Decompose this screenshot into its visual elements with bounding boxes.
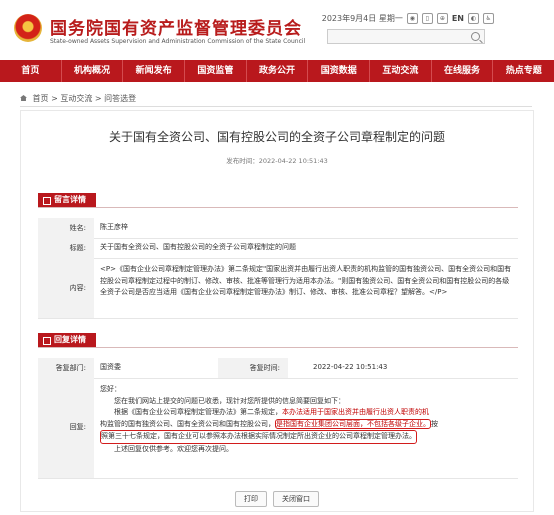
reply-line-2: 根据《国有企业公司章程制定管理办法》第二条规定，本办法适用于国家出资并由履行出资… xyxy=(100,407,512,419)
reply-line-3b-highlight: 是指国有企业集团公司层面，不包括各级子企业。 xyxy=(275,418,431,429)
nav-item-data[interactable]: 国资数据 xyxy=(308,60,371,82)
site-subtitle: State-owned Assets Supervision and Admin… xyxy=(50,38,306,45)
name-label: 姓名: xyxy=(38,218,94,238)
accessibility-icon[interactable]: ♿ xyxy=(483,13,494,24)
name-value: 陈王彦梓 xyxy=(100,223,128,231)
site-header: 国务院国有资产监督管理委员会 State-owned Assets Superv… xyxy=(0,0,554,60)
content-value: <P>《国有企业公司章程制定管理办法》第二条规定"国家出资并由履行出资人职责的机… xyxy=(100,265,512,296)
nav-item-home[interactable]: 首页 xyxy=(0,60,62,82)
site-title[interactable]: 国务院国有资产监督管理委员会 xyxy=(50,14,302,39)
reply-label-cell: 回复: xyxy=(38,378,94,478)
nav-item-topics[interactable]: 热点专题 xyxy=(493,60,554,82)
breadcrumb-divider xyxy=(20,106,532,107)
reply-time-value: 2022-04-22 10:51:43 xyxy=(313,363,388,371)
reply-line-3: 构监管的国有独资公司、国有全资公司和国有控股公司，是指国有企业集团公司层面，不包… xyxy=(100,418,512,431)
message-row-name: 姓名: 陈王彦梓 xyxy=(38,218,518,239)
reply-greeting: 您好： xyxy=(100,385,121,393)
reply-line-2b-highlight: 本办法适用于国家出资并由履行出资人职责的机 xyxy=(282,408,429,416)
subject-label: 标题: xyxy=(38,238,94,258)
english-link[interactable]: EN xyxy=(452,14,464,23)
weibo-icon[interactable]: ◉ xyxy=(406,13,418,24)
search-input[interactable] xyxy=(327,29,485,44)
breadcrumb-interaction[interactable]: 互动交流 xyxy=(60,94,92,103)
publish-date: 发布时间：2022-04-22 10:51:43 xyxy=(226,157,328,165)
reply-label: 回复: xyxy=(69,423,86,431)
reply-dept-label: 答复部门: xyxy=(38,358,94,378)
reply-line-3c: 按 xyxy=(431,419,438,428)
content-label: 内容: xyxy=(38,258,94,318)
reply-section-label: 回复详情 xyxy=(38,333,96,347)
home-icon xyxy=(20,95,27,101)
print-button[interactable]: 打印 xyxy=(235,491,267,507)
message-section-label: 留言详情 xyxy=(38,193,96,207)
nav-item-government-affairs[interactable]: 政务公开 xyxy=(247,60,309,82)
nav-item-about[interactable]: 机构概况 xyxy=(62,60,124,82)
aging-mode-icon[interactable]: ◐ xyxy=(468,13,479,24)
message-row-content: 内容: <P>《国有企业公司章程制定管理办法》第二条规定"国家出资并由履行出资人… xyxy=(38,258,518,319)
language-icon[interactable]: ⊕ xyxy=(436,13,448,24)
reply-line-4-highlight: 照第三十七条规定，国有企业可以参照本办法根据实际情况制定所出资企业的公司章程制定… xyxy=(100,430,417,444)
breadcrumb-qa[interactable]: 问答选登 xyxy=(104,94,136,103)
message-section-header: 留言详情 xyxy=(38,193,518,208)
nav-item-supervision[interactable]: 国资监管 xyxy=(185,60,247,82)
reply-dept-value: 国资委 xyxy=(100,363,121,371)
national-emblem-icon xyxy=(14,14,42,42)
action-buttons: 打印 关闭窗口 xyxy=(0,491,554,507)
nav-item-news[interactable]: 新闻发布 xyxy=(123,60,186,82)
reply-row-body: 回复: 您好： 您在我们网站上提交的问题已收悉，现针对您所提供的信息简要回复如下… xyxy=(38,378,518,479)
top-utility-bar: 2023年9月4日 星期一 ◉ ▯ ⊕ EN ◐ ♿ xyxy=(322,13,494,24)
reply-line-2a: 根据《国有企业公司章程制定管理办法》第二条规定， xyxy=(114,408,282,416)
breadcrumb: 首页 > 互动交流 > 问答选登 xyxy=(20,93,136,104)
reply-body: 您好： 您在我们网站上提交的问题已收悉，现针对您所提供的信息简要回复如下： 根据… xyxy=(100,384,512,455)
current-date: 2023年9月4日 星期一 xyxy=(321,14,403,23)
reply-section-header: 回复详情 xyxy=(38,333,518,348)
reply-time-label: 答复时间: xyxy=(218,358,288,378)
mobile-icon[interactable]: ▯ xyxy=(421,13,433,24)
reply-line-1: 您在我们网站上提交的问题已收悉，现针对您所提供的信息简要回复如下： xyxy=(114,396,345,405)
reply-row-meta: 答复部门: 国资委 答复时间: 2022-04-22 10:51:43 xyxy=(38,358,518,379)
reply-line-3a: 构监管的国有独资公司、国有全资公司和国有控股公司， xyxy=(100,419,275,428)
main-nav: 首页 机构概况 新闻发布 国资监管 政务公开 国资数据 互动交流 在线服务 热点… xyxy=(0,60,554,82)
breadcrumb-home[interactable]: 首页 xyxy=(33,94,49,103)
page-title: 关于国有全资公司、国有控股公司的全资子公司章程制定的问题 xyxy=(108,130,445,144)
search-icon[interactable] xyxy=(471,32,480,41)
close-window-button[interactable]: 关闭窗口 xyxy=(273,491,319,507)
message-row-subject: 标题: 关于国有全资公司、国有控股公司的全资子公司章程制定的问题 xyxy=(38,238,518,259)
subject-value: 关于国有全资公司、国有控股公司的全资子公司章程制定的问题 xyxy=(100,243,296,251)
reply-line-5: 上述回复仅供参考。欢迎您再次提问。 xyxy=(114,444,233,453)
nav-item-interaction[interactable]: 互动交流 xyxy=(370,60,432,82)
nav-item-online-service[interactable]: 在线服务 xyxy=(432,60,494,82)
